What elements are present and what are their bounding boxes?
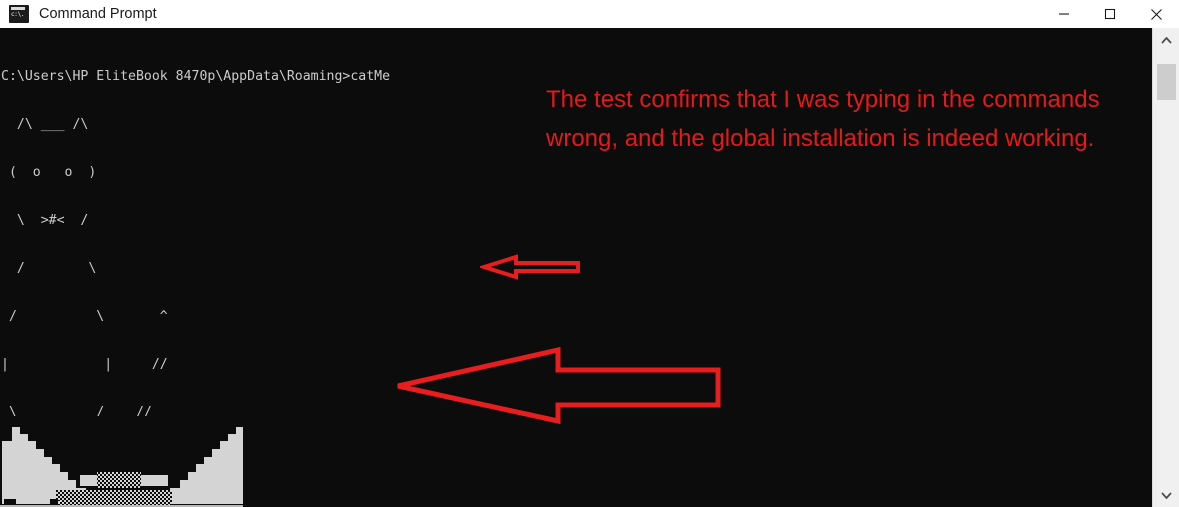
close-button[interactable]: [1133, 0, 1179, 28]
maximize-icon: [1104, 8, 1116, 20]
terminal-line: ( o o ): [1, 165, 97, 180]
annotation-text: The test confirms that I was typing in t…: [546, 86, 1100, 152]
terminal-line: \ >#< /: [1, 213, 89, 228]
close-icon: [1150, 8, 1162, 20]
pixel-cat-graphic: [0, 416, 260, 507]
chevron-down-icon: [1160, 491, 1172, 499]
maximize-button[interactable]: [1087, 0, 1133, 28]
minimize-icon: [1059, 13, 1069, 15]
scroll-down-button[interactable]: [1153, 483, 1179, 507]
window-controls: [1041, 0, 1179, 28]
cmd-icon: [9, 5, 29, 23]
terminal-line: | | //: [1, 357, 168, 372]
title-bar[interactable]: Command Prompt: [0, 0, 1179, 29]
minimize-button[interactable]: [1041, 0, 1087, 28]
window-title: Command Prompt: [39, 6, 157, 22]
scroll-up-button[interactable]: [1153, 28, 1179, 52]
terminal-line: / \ ^: [1, 309, 168, 324]
terminal-line: / \: [1, 261, 97, 276]
console-area[interactable]: C:\Users\HP EliteBook 8470p\AppData\Roam…: [0, 28, 1179, 507]
console-scrollbar[interactable]: [1152, 28, 1179, 507]
chevron-up-icon: [1160, 36, 1172, 44]
command-prompt-window: Command Prompt C:\Users\HP E: [0, 0, 1179, 507]
scroll-thumb[interactable]: [1157, 64, 1176, 100]
